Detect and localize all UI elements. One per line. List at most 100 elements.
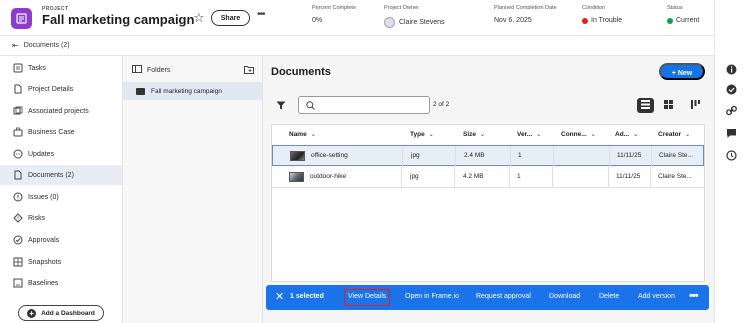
- link-icon[interactable]: [725, 104, 738, 117]
- projects-icon: [12, 106, 23, 117]
- grid-view-button[interactable]: [660, 98, 677, 113]
- approval-check-icon[interactable]: [725, 83, 738, 96]
- status-value[interactable]: Current: [667, 17, 699, 24]
- request-approval-button[interactable]: Request approval: [476, 293, 531, 300]
- cell-version: 1: [517, 173, 521, 180]
- new-label: New: [677, 70, 693, 77]
- table-row[interactable]: outdoor-hike jpg 4.2 MB 1 11/11/25 Clair…: [272, 167, 704, 188]
- column-divider: [454, 167, 455, 188]
- sidebar-item-updates[interactable]: Updates: [0, 144, 122, 164]
- planned-completion-value[interactable]: Nov 6, 2025: [494, 17, 557, 24]
- new-folder-icon[interactable]: [244, 65, 255, 76]
- more-options-icon[interactable]: •••: [689, 290, 699, 302]
- documents-table: Name ⌄ Type ⌄ Size ⌄ Ver... ⌄ Conne... ⌄ Ad..…: [271, 124, 705, 282]
- board-view-button[interactable]: [687, 98, 704, 113]
- breadcrumb-row: ⇤ Documents (2): [0, 36, 750, 56]
- column-divider: [609, 146, 610, 167]
- sidebar-item-label: Updates: [28, 150, 55, 158]
- history-icon[interactable]: [725, 149, 738, 162]
- open-in-frameio-button[interactable]: Open in Frame.io: [405, 293, 459, 300]
- chevron-down-icon: ⌄: [685, 132, 691, 138]
- folders-panel: Folders Fall marketing campaign: [123, 56, 263, 323]
- column-header-connected[interactable]: Conne... ⌄: [561, 131, 596, 138]
- sidebar-item-project-details[interactable]: Project Details: [0, 79, 122, 99]
- documents-main: Documents + New 2 of 2 Name ⌄ Type ⌄ Size ⌄…: [263, 56, 714, 323]
- column-header-label: Name: [289, 131, 307, 138]
- cell-name[interactable]: office-setting: [311, 152, 348, 159]
- sidebar-item-approvals[interactable]: Approvals: [0, 230, 122, 250]
- risks-icon: [12, 213, 23, 224]
- sidebar-item-associated-projects[interactable]: Associated projects: [0, 101, 122, 121]
- issues-icon: [12, 192, 23, 203]
- owner-name: Claire Stevens: [399, 19, 445, 26]
- filter-icon[interactable]: [276, 101, 286, 112]
- close-icon[interactable]: ✕: [275, 290, 284, 304]
- sidebar-item-snapshots[interactable]: Snapshots: [0, 252, 122, 272]
- project-owner: Project Owner Claire Stevens: [384, 5, 445, 28]
- sidebar-item-label: Snapshots: [28, 258, 62, 266]
- documents-title: Documents: [271, 66, 331, 78]
- folder-item[interactable]: Fall marketing campaign: [123, 82, 262, 100]
- cell-creator: Claire Ste...: [658, 173, 692, 180]
- share-button[interactable]: Share: [211, 10, 250, 26]
- sidebar-item-business-case[interactable]: Business Case: [0, 122, 122, 142]
- column-header-added[interactable]: Ad... ⌄: [615, 131, 638, 138]
- breadcrumb[interactable]: ⇤ Documents (2): [12, 41, 70, 50]
- view-details-button[interactable]: View Details: [348, 293, 386, 300]
- right-rail: [714, 56, 750, 323]
- tasks-icon: [12, 63, 23, 74]
- sidebar-item-documents[interactable]: Documents (2): [0, 165, 122, 185]
- delete-button[interactable]: Delete: [599, 293, 619, 300]
- column-divider: [401, 167, 402, 188]
- details-icon: [12, 84, 23, 95]
- column-header-creator[interactable]: Creator ⌄: [658, 131, 690, 138]
- image-thumbnail: [290, 151, 305, 161]
- download-button[interactable]: Download: [549, 293, 580, 300]
- sidebar-item-label: Baselines: [28, 279, 59, 287]
- list-view-button[interactable]: [637, 98, 654, 113]
- project-owner-value[interactable]: Claire Stevens: [384, 17, 445, 28]
- percent-complete: Percent Complete 0%: [312, 5, 356, 24]
- add-version-button[interactable]: Add version: [638, 293, 675, 300]
- sidebar-item-issues[interactable]: Issues (0): [0, 187, 122, 207]
- percent-complete-label: Percent Complete: [312, 5, 357, 11]
- column-header-size[interactable]: Size ⌄: [463, 131, 485, 138]
- cell-name[interactable]: outdoor-hike: [310, 173, 346, 180]
- chevron-down-icon: ⌄: [590, 132, 596, 138]
- add-dashboard-button[interactable]: + Add a Dashboard: [18, 305, 104, 321]
- more-options-icon[interactable]: •••: [257, 9, 265, 20]
- column-header-type[interactable]: Type ⌄: [410, 131, 434, 138]
- page-title[interactable]: Fall marketing campaign: [42, 12, 194, 27]
- column-header-label: Ad...: [615, 131, 630, 138]
- sidebar-item-baselines[interactable]: Baselines: [0, 273, 122, 293]
- image-thumbnail: [289, 172, 304, 182]
- percent-complete-value[interactable]: 0%: [312, 17, 356, 24]
- project-header: PROJECT Fall marketing campaign ☆ Share …: [0, 0, 750, 36]
- column-header-label: Size: [463, 131, 477, 138]
- sidebar-item-label: Associated projects: [28, 107, 89, 115]
- new-document-button[interactable]: + New: [659, 63, 705, 80]
- comment-icon[interactable]: [725, 127, 738, 140]
- column-header-version[interactable]: Ver... ⌄: [517, 131, 541, 138]
- sidebar-item-tasks[interactable]: Tasks: [0, 58, 122, 78]
- column-header-name[interactable]: Name ⌄: [289, 131, 316, 138]
- search-input[interactable]: [298, 96, 430, 114]
- cell-size: 2.4 MB: [464, 152, 485, 159]
- sidebar-item-risks[interactable]: Risks: [0, 208, 122, 228]
- collapse-panel-icon[interactable]: ⇤: [12, 41, 19, 50]
- table-row[interactable]: office-setting jpg 2.4 MB 1 11/11/25 Cla…: [272, 145, 704, 167]
- condition-value[interactable]: In Trouble: [582, 17, 622, 24]
- planned-completion-label: Planned Completion Date: [494, 5, 557, 11]
- status-text: Current: [676, 17, 700, 24]
- cell-added: 11/11/25: [617, 152, 642, 159]
- folders-panel-icon[interactable]: [132, 65, 142, 75]
- sidebar: Tasks Project Details Associated project…: [0, 56, 123, 323]
- column-divider: [553, 146, 554, 167]
- page-count: 2 of 2: [433, 101, 450, 108]
- sidebar-item-label: Approvals: [28, 236, 60, 244]
- folder-item-label: Fall marketing campaign: [151, 87, 222, 95]
- column-divider: [651, 146, 652, 167]
- star-icon[interactable]: ☆: [193, 11, 205, 24]
- info-icon[interactable]: [725, 63, 738, 76]
- column-header-label: Conne...: [561, 131, 587, 138]
